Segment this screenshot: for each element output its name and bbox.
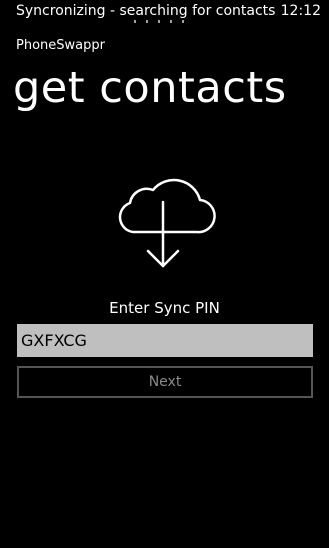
app-title: PhoneSwappr	[16, 38, 105, 53]
status-bar: Syncronizing - searching for contacts 12…	[0, 0, 329, 24]
cloud-download-icon	[118, 178, 216, 268]
next-button[interactable]: Next	[17, 366, 313, 398]
progress-dot	[134, 20, 136, 23]
progress-dot	[170, 20, 172, 23]
pin-input[interactable]	[17, 324, 313, 357]
clock: 12:12	[280, 3, 321, 19]
progress-dot	[158, 20, 160, 23]
page-title: get contacts	[13, 63, 287, 113]
progress-dot	[146, 20, 148, 23]
pin-label: Enter Sync PIN	[109, 299, 220, 317]
status-text: Syncronizing - searching for contacts	[16, 3, 276, 19]
progress-dot	[182, 20, 184, 23]
progress-indicator	[134, 20, 194, 24]
